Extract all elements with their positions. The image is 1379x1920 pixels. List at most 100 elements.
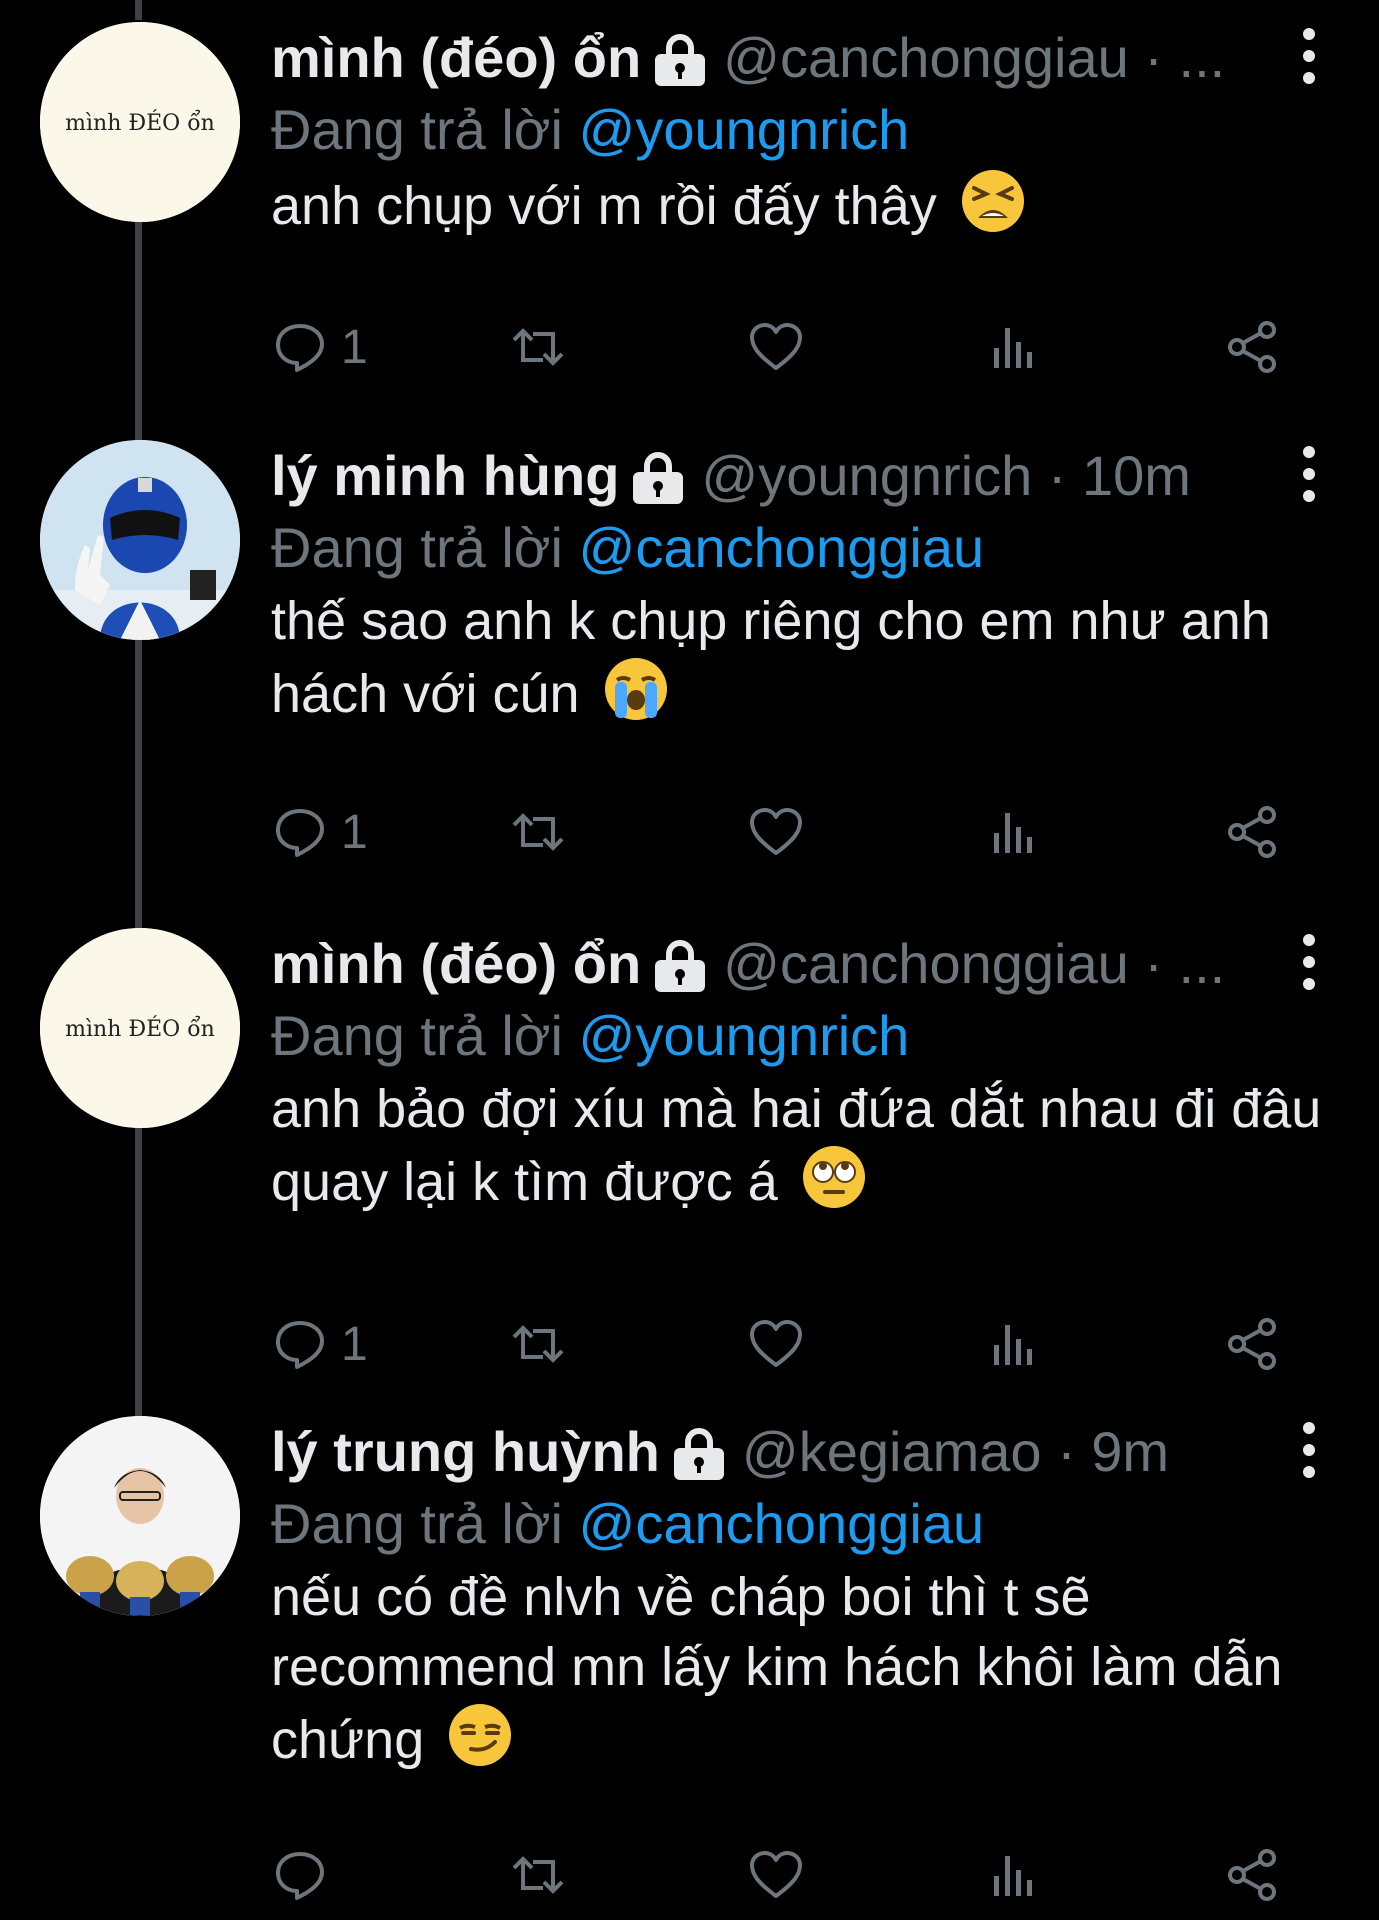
blue-ranger-photo bbox=[40, 440, 240, 640]
display-name[interactable]: mình (đéo) ổn bbox=[271, 928, 641, 1000]
tweet-text-content: nếu có đề nlvh về cháp boi thì t sẽ reco… bbox=[271, 1567, 1283, 1770]
tweet-text-content: thế sao anh k chụp riêng cho em như anh … bbox=[271, 591, 1271, 724]
replying-to-label: Đang trả lời bbox=[271, 1004, 563, 1067]
avatar[interactable]: mình ĐÉO ổn bbox=[40, 928, 240, 1128]
smirking-face-emoji bbox=[449, 1704, 512, 1766]
replying-to-label: Đang trả lời bbox=[271, 516, 563, 579]
avatar[interactable] bbox=[40, 1416, 240, 1616]
tweet-header: lý minh hùng @youngnrich · 10m bbox=[271, 440, 1339, 512]
tweet-body: lý minh hùng @youngnrich · 10m Đang trả … bbox=[271, 440, 1339, 729]
tweet[interactable]: mình ĐÉO ổn mình (đéo) ổn @canchonggiau … bbox=[0, 22, 1379, 392]
lock-icon bbox=[673, 1428, 724, 1480]
reply-button[interactable]: 1 bbox=[271, 1309, 368, 1379]
like-button[interactable] bbox=[747, 312, 805, 382]
analytics-button[interactable] bbox=[984, 1840, 1042, 1910]
analytics-icon bbox=[994, 813, 1032, 853]
heart-icon bbox=[750, 1851, 802, 1898]
share-button[interactable] bbox=[1223, 1309, 1281, 1379]
analytics-icon bbox=[994, 1325, 1032, 1365]
reply-mention-link[interactable]: @canchonggiau bbox=[579, 1492, 985, 1555]
lock-icon bbox=[655, 940, 706, 992]
analytics-button[interactable] bbox=[984, 1309, 1042, 1379]
tired-face-emoji bbox=[961, 170, 1024, 232]
reply-mention-link[interactable]: @youngnrich bbox=[579, 98, 910, 161]
minh-deo-on-logo: mình ĐÉO ổn bbox=[40, 22, 240, 222]
reply-mention-link[interactable]: @canchonggiau bbox=[579, 516, 985, 579]
like-button[interactable] bbox=[747, 1309, 805, 1379]
handle-and-time[interactable]: @youngnrich · 10m bbox=[701, 440, 1191, 512]
avatar[interactable]: mình ĐÉO ổn bbox=[40, 22, 240, 222]
replying-to: Đang trả lời @youngnrich bbox=[271, 1000, 1339, 1072]
display-name[interactable]: lý trung huỳnh bbox=[271, 1416, 660, 1488]
tweet[interactable]: mình ĐÉO ổn mình (đéo) ổn @canchonggiau … bbox=[0, 928, 1379, 1371]
more-options-icon[interactable] bbox=[1297, 1420, 1321, 1480]
tweet[interactable]: lý trung huỳnh @kegiamao · 9m Đang trả l… bbox=[0, 1416, 1379, 1920]
reply-icon bbox=[276, 324, 324, 372]
replying-to: Đang trả lời @youngnrich bbox=[271, 94, 1339, 166]
tweet-text: nếu có đề nlvh về cháp boi thì t sẽ reco… bbox=[271, 1562, 1339, 1775]
reply-icon bbox=[276, 1852, 324, 1900]
analytics-button[interactable] bbox=[984, 797, 1042, 867]
like-button[interactable] bbox=[747, 797, 805, 867]
tweet-header: mình (đéo) ổn @canchonggiau · ... bbox=[271, 928, 1339, 1000]
tweet-actions: 1 bbox=[271, 312, 1379, 382]
tweet-body: mình (đéo) ổn @canchonggiau · ... Đang t… bbox=[271, 22, 1339, 241]
reply-button[interactable]: 1 bbox=[271, 797, 368, 867]
like-button[interactable] bbox=[747, 1840, 805, 1910]
retweet-button[interactable] bbox=[509, 797, 567, 867]
share-button[interactable] bbox=[1223, 1840, 1281, 1910]
share-icon bbox=[1228, 806, 1276, 858]
tweet[interactable]: lý minh hùng @youngnrich · 10m Đang trả … bbox=[0, 440, 1379, 860]
tweet-text: anh bảo đợi xíu mà hai đứa dắt nhau đi đ… bbox=[271, 1074, 1339, 1217]
tweet-actions: 1 bbox=[271, 797, 1379, 867]
loudly-crying-face-emoji bbox=[604, 658, 667, 720]
share-icon bbox=[1228, 1849, 1276, 1901]
reply-icon bbox=[276, 1321, 324, 1369]
tweet-actions bbox=[271, 1840, 1379, 1910]
handle-and-time[interactable]: @canchonggiau · ... bbox=[723, 928, 1225, 1000]
reply-count: 1 bbox=[341, 805, 368, 859]
handle-and-time[interactable]: @canchonggiau · ... bbox=[723, 22, 1225, 94]
tweet-text: anh chụp với m rồi đấy thây bbox=[271, 168, 1339, 241]
heart-icon bbox=[750, 1320, 802, 1367]
reply-thread: mình ĐÉO ổn mình (đéo) ổn @canchonggiau … bbox=[0, 0, 1379, 1920]
retweet-button[interactable] bbox=[509, 1840, 567, 1910]
more-options-icon[interactable] bbox=[1297, 932, 1321, 992]
retweet-button[interactable] bbox=[509, 1309, 567, 1379]
person-with-trophies-photo bbox=[40, 1416, 240, 1616]
handle-and-time[interactable]: @kegiamao · 9m bbox=[742, 1416, 1169, 1488]
tweet-header: lý trung huỳnh @kegiamao · 9m bbox=[271, 1416, 1339, 1488]
retweet-icon bbox=[512, 328, 564, 366]
replying-to-label: Đang trả lời bbox=[271, 1492, 563, 1555]
more-options-icon[interactable] bbox=[1297, 26, 1321, 86]
retweet-icon bbox=[512, 1325, 564, 1363]
minh-deo-on-logo: mình ĐÉO ổn bbox=[40, 928, 240, 1128]
analytics-button[interactable] bbox=[984, 312, 1042, 382]
share-icon bbox=[1228, 321, 1276, 373]
reply-icon bbox=[276, 809, 324, 857]
analytics-icon bbox=[994, 1856, 1032, 1896]
replying-to: Đang trả lời @canchonggiau bbox=[271, 1488, 1339, 1560]
avatar[interactable] bbox=[40, 440, 240, 640]
retweet-icon bbox=[512, 1856, 564, 1894]
replying-to-label: Đang trả lời bbox=[271, 98, 563, 161]
lock-icon bbox=[655, 34, 706, 86]
tweet-text-content: anh chụp với m rồi đấy thây bbox=[271, 176, 937, 236]
heart-icon bbox=[750, 808, 802, 855]
more-options-icon[interactable] bbox=[1297, 444, 1321, 504]
share-button[interactable] bbox=[1223, 797, 1281, 867]
share-icon bbox=[1228, 1318, 1276, 1370]
display-name[interactable]: mình (đéo) ổn bbox=[271, 22, 641, 94]
reply-count: 1 bbox=[341, 1317, 368, 1371]
reply-count: 1 bbox=[341, 320, 368, 374]
tweet-text: thế sao anh k chụp riêng cho em như anh … bbox=[271, 586, 1339, 729]
share-button[interactable] bbox=[1223, 312, 1281, 382]
reply-mention-link[interactable]: @youngnrich bbox=[579, 1004, 910, 1067]
lock-icon bbox=[633, 452, 684, 504]
display-name[interactable]: lý minh hùng bbox=[271, 440, 619, 512]
tweet-body: mình (đéo) ổn @canchonggiau · ... Đang t… bbox=[271, 928, 1339, 1217]
reply-button[interactable] bbox=[271, 1840, 341, 1910]
reply-button[interactable]: 1 bbox=[271, 312, 368, 382]
face-with-rolling-eyes-emoji bbox=[802, 1146, 865, 1208]
retweet-button[interactable] bbox=[509, 312, 567, 382]
